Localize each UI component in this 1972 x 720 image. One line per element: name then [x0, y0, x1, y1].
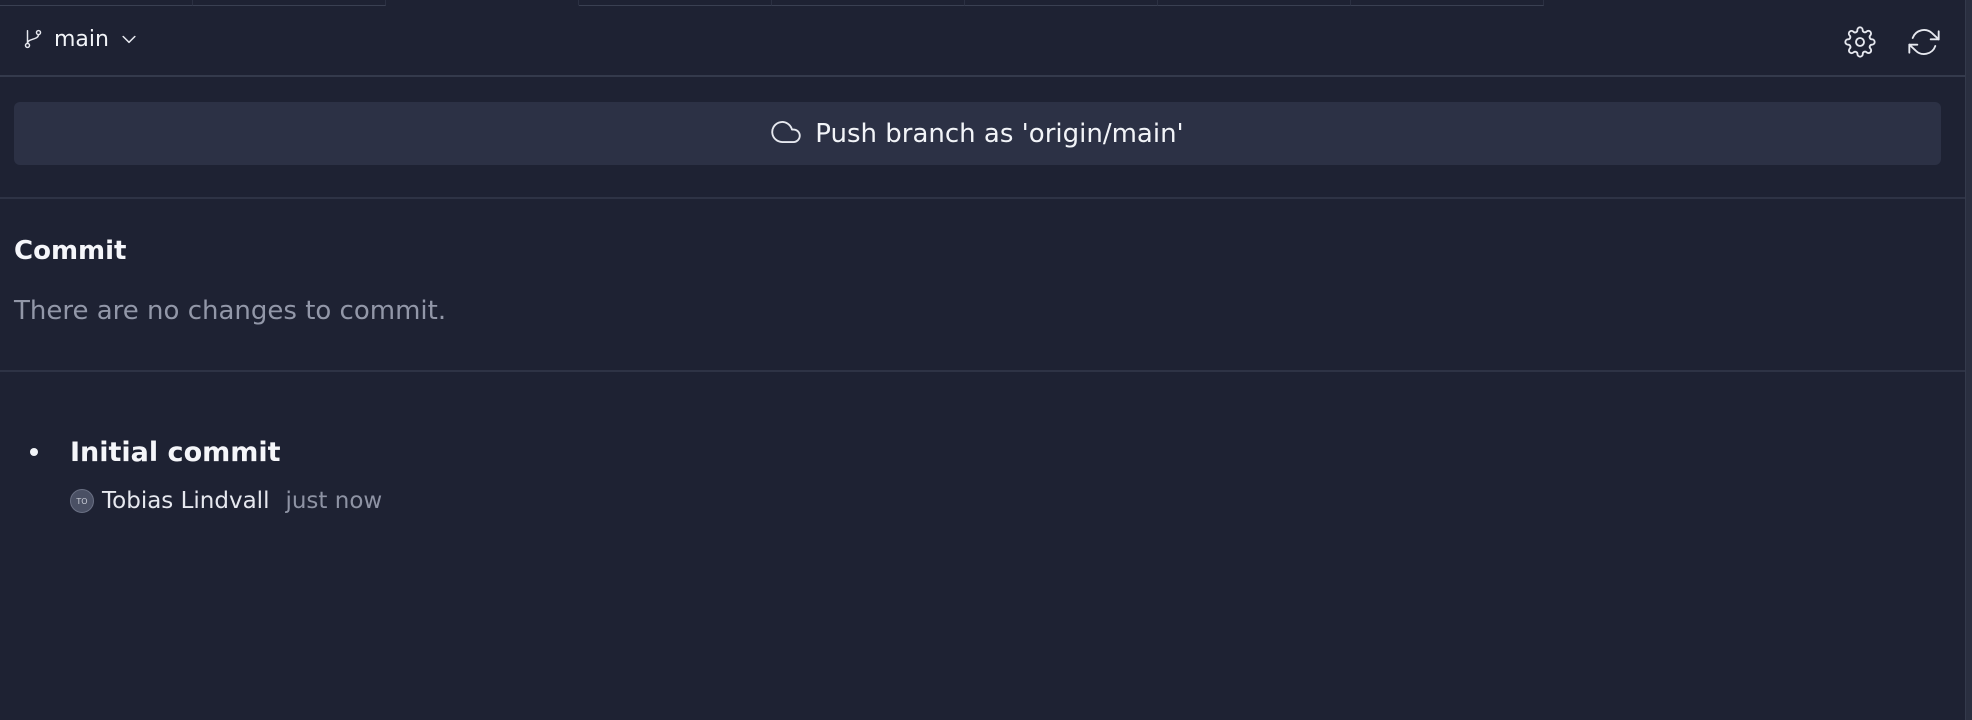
commit-time: just now [285, 488, 383, 514]
branch-name: main [54, 26, 109, 52]
gear-icon [1844, 26, 1876, 58]
refresh-icon [1908, 26, 1940, 58]
git-branch-icon [22, 28, 44, 50]
no-changes-message: There are no changes to commit. [14, 296, 447, 326]
panel-edge [1965, 0, 1972, 720]
cloud-icon [771, 117, 801, 151]
commit-section: Commit There are no changes to commit. [0, 200, 1965, 372]
source-control-panel: main Push branch as 'origin/main' Commit… [0, 0, 1972, 720]
history-item[interactable]: Initial commit TO Tobias Lindvall just n… [0, 404, 1965, 514]
settings-button[interactable] [1842, 24, 1878, 60]
commit-meta: TO Tobias Lindvall just now [70, 486, 382, 516]
commit-author: Tobias Lindvall [102, 488, 270, 514]
push-branch-label: Push branch as 'origin/main' [815, 118, 1184, 149]
history-bullet [30, 448, 38, 456]
avatar: TO [70, 489, 94, 513]
push-branch-button[interactable]: Push branch as 'origin/main' [14, 102, 1941, 165]
commit-history: Initial commit TO Tobias Lindvall just n… [0, 374, 1965, 720]
chevron-down-icon [119, 29, 139, 49]
commit-title: Initial commit [70, 437, 281, 468]
commit-heading: Commit [14, 236, 127, 266]
refresh-button[interactable] [1906, 24, 1942, 60]
toolbar: main [0, 6, 1965, 77]
push-section: Push branch as 'origin/main' [0, 79, 1965, 199]
branch-selector[interactable]: main [22, 24, 139, 54]
